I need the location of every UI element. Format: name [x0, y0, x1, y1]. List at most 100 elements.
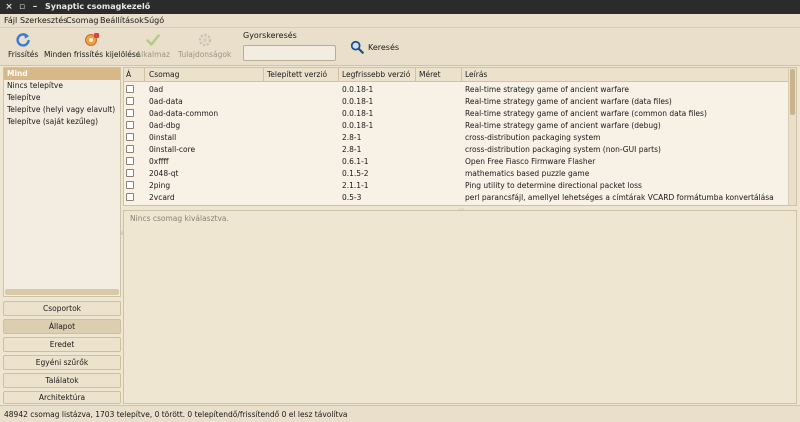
package-checkbox[interactable] [126, 157, 134, 165]
package-name: 0ad-data-common [149, 109, 219, 118]
package-latest-version: 0.5-3 [342, 193, 362, 202]
package-description: Real-time strategy game of ancient warfa… [465, 121, 661, 130]
package-latest-version: 2.8-1 [342, 145, 362, 154]
filter-item-installed-local-obsolete[interactable]: Telepítve (helyi vagy elavult) [4, 104, 120, 116]
package-name: 0ad [149, 85, 164, 94]
menu-help[interactable]: Súgó [144, 16, 164, 25]
filter-list-scrollbar[interactable] [5, 289, 119, 295]
package-checkbox[interactable] [126, 169, 134, 177]
table-row[interactable]: 0install-core 2.8-1 cross-distribution p… [124, 143, 790, 155]
column-divider [461, 68, 462, 82]
sections-button[interactable]: Csoportok [3, 301, 121, 316]
table-row[interactable]: 0ad-data-common 0.0.18-1 Real-time strat… [124, 107, 790, 119]
properties-button[interactable]: Tulajdonságok [178, 32, 231, 59]
column-divider [144, 68, 145, 82]
quick-search-input[interactable] [243, 45, 336, 61]
filter-item-not-installed[interactable]: Nincs telepítve [4, 80, 120, 92]
package-details-pane: Nincs csomag kiválasztva. [123, 210, 797, 404]
package-name: 2048-qt [149, 169, 179, 178]
package-description: Real-time strategy game of ancient warfa… [465, 109, 707, 118]
filter-list: Mind Nincs telepítve Telepítve Telepítve… [3, 67, 121, 297]
package-latest-version: 0.0.18-1 [342, 85, 374, 94]
column-latest-version[interactable]: Legfrissebb verzió [342, 70, 410, 79]
package-description: perl parancsfájl, amellyel lehetséges a … [465, 193, 774, 202]
toolbar: Frissítés Minden frissítés kijelölése Al… [0, 28, 800, 66]
package-checkbox[interactable] [126, 181, 134, 189]
apply-button[interactable]: Alkalmaz [136, 32, 170, 59]
maximize-window-icon[interactable]: ▫ [17, 1, 27, 13]
table-row[interactable]: 2vcard 0.5-3 perl parancsfájl, amellyel … [124, 191, 790, 203]
table-row[interactable]: 0ad 0.0.18-1 Real-time strategy game of … [124, 83, 790, 95]
mark-all-upgrades-icon [85, 33, 100, 46]
package-description: mathematics based puzzle game [465, 169, 590, 178]
properties-gear-icon [198, 33, 211, 47]
search-results-button[interactable]: Találatok [3, 373, 121, 388]
package-checkbox[interactable] [126, 193, 134, 201]
package-name: 0ad-data [149, 97, 183, 106]
filter-item-installed-manual[interactable]: Telepítve (saját kezűleg) [4, 116, 120, 128]
package-checkbox[interactable] [126, 85, 134, 93]
column-package[interactable]: Csomag [149, 70, 179, 79]
package-checkbox[interactable] [126, 133, 134, 141]
origin-button[interactable]: Eredet [3, 337, 121, 352]
close-window-icon[interactable]: × [4, 1, 14, 13]
custom-filters-button[interactable]: Egyéni szűrők [3, 355, 121, 370]
package-list-header: Á Csomag Telepített verzió Legfrissebb v… [124, 68, 790, 82]
package-latest-version: 0.0.18-1 [342, 121, 374, 130]
table-row[interactable]: 2048-qt 0.1.5-2 mathematics based puzzle… [124, 167, 790, 179]
no-package-selected-message: Nincs csomag kiválasztva. [130, 214, 229, 223]
package-checkbox[interactable] [126, 97, 134, 105]
package-checkbox[interactable] [126, 145, 134, 153]
quick-search-label: Gyorskeresés [243, 31, 297, 40]
package-latest-version: 2.8-1 [342, 133, 362, 142]
status-text: 48942 csomag listázva, 1703 telepítve, 0… [4, 410, 348, 419]
column-installed-version[interactable]: Telepített verzió [267, 70, 327, 79]
filter-item-installed[interactable]: Telepítve [4, 92, 120, 104]
table-row[interactable]: 0install 2.8-1 cross-distribution packag… [124, 131, 790, 143]
reload-button[interactable]: Frissítés [8, 32, 38, 59]
table-row[interactable]: 2ping 2.1.1-1 Ping utility to determine … [124, 179, 790, 191]
package-description: cross-distribution packaging system [465, 133, 601, 142]
package-description: Real-time strategy game of ancient warfa… [465, 97, 672, 106]
table-row[interactable]: 0ad-data 0.0.18-1 Real-time strategy gam… [124, 95, 790, 107]
package-description: Open Free Fiasco Firmware Flasher [465, 157, 596, 166]
package-latest-version: 0.0.18-1 [342, 109, 374, 118]
title-bar: × ▫ – Synaptic csomagkezelő [0, 0, 800, 14]
package-name: 2ping [149, 181, 171, 190]
column-size[interactable]: Méret [419, 70, 441, 79]
package-latest-version: 2.1.1-1 [342, 181, 369, 190]
column-description[interactable]: Leírás [465, 70, 487, 79]
package-name: 0install [149, 133, 177, 142]
column-divider [263, 68, 264, 82]
menu-edit[interactable]: Szerkesztés [20, 16, 67, 25]
package-checkbox[interactable] [126, 109, 134, 117]
package-name: 2vcard [149, 193, 175, 202]
table-row[interactable]: 0xffff 0.6.1-1 Open Free Fiasco Firmware… [124, 155, 790, 167]
apply-check-icon [146, 34, 160, 46]
package-latest-version: 0.6.1-1 [342, 157, 369, 166]
package-description: cross-distribution packaging system (non… [465, 145, 661, 154]
menu-package[interactable]: Csomag [66, 16, 98, 25]
package-description: Real-time strategy game of ancient warfa… [465, 85, 629, 94]
column-divider [338, 68, 339, 82]
menu-settings[interactable]: Beállítások [100, 16, 144, 25]
search-icon [350, 40, 364, 54]
scrollbar-thumb[interactable] [790, 69, 795, 115]
filter-item-all[interactable]: Mind [4, 68, 120, 80]
status-bar: 48942 csomag listázva, 1703 telepítve, 0… [0, 405, 800, 422]
window-title: Synaptic csomagkezelő [45, 2, 151, 11]
package-description: Ping utility to determine directional pa… [465, 181, 642, 190]
architecture-button[interactable]: Architektúra [3, 391, 121, 404]
package-name: 0xffff [149, 157, 169, 166]
menu-bar: Fájl Szerkesztés Csomag Beállítások Súgó [0, 14, 800, 28]
package-latest-version: 0.1.5-2 [342, 169, 369, 178]
menu-file[interactable]: Fájl [4, 16, 17, 25]
mark-all-upgrades-button[interactable]: Minden frissítés kijelölése [44, 32, 140, 59]
status-button[interactable]: Állapot [3, 319, 121, 334]
minimize-window-icon[interactable]: – [30, 1, 40, 13]
column-status[interactable]: Á [126, 70, 131, 79]
package-checkbox[interactable] [126, 121, 134, 129]
package-list-scrollbar[interactable] [788, 68, 796, 205]
table-row[interactable]: 0ad-dbg 0.0.18-1 Real-time strategy game… [124, 119, 790, 131]
package-name: 0install-core [149, 145, 196, 154]
